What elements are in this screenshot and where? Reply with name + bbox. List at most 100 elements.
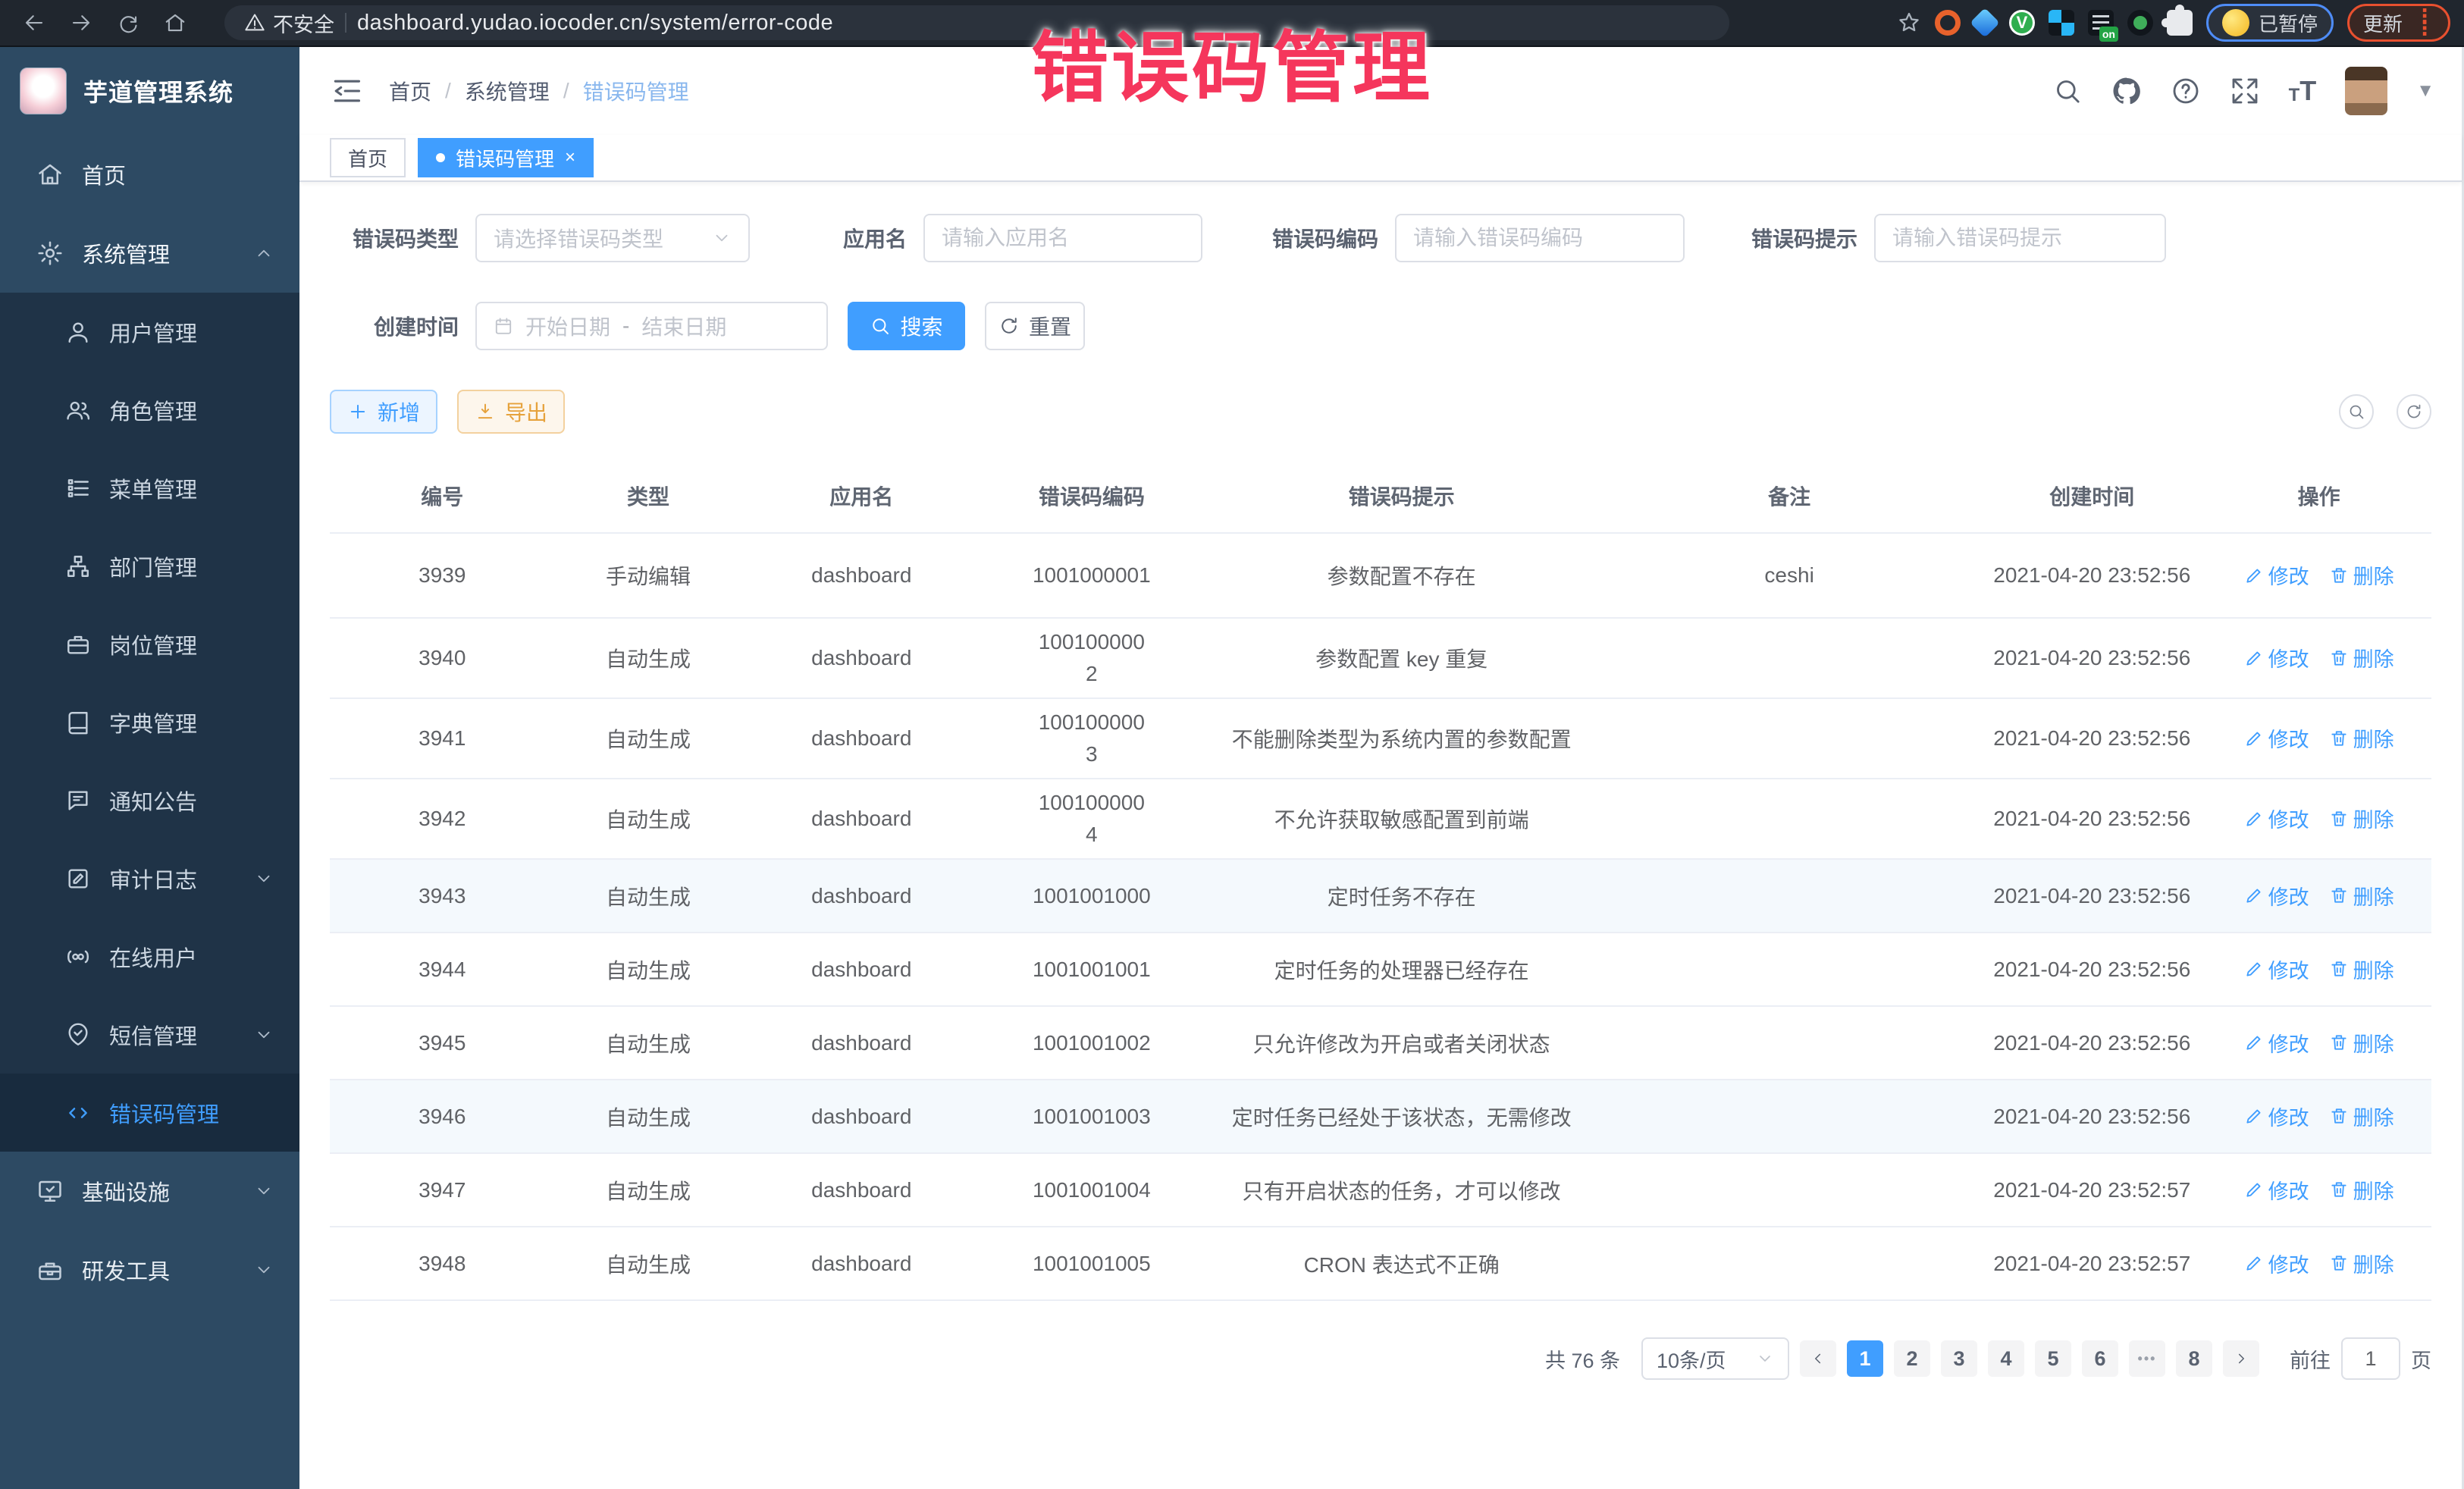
- sidebar-item-infra[interactable]: 基础设施: [0, 1152, 299, 1230]
- page-button-2[interactable]: 2: [1894, 1340, 1930, 1377]
- sidebar-item-menus[interactable]: 菜单管理: [0, 449, 299, 527]
- edit-link[interactable]: 修改: [2244, 560, 2309, 590]
- reset-button[interactable]: 重置: [985, 302, 1085, 350]
- add-button[interactable]: 新增: [330, 390, 437, 434]
- extension-list-icon[interactable]: on: [2088, 10, 2114, 36]
- delete-link[interactable]: 删除: [2329, 1102, 2394, 1131]
- sidebar-item-online-users[interactable]: 在线用户: [0, 917, 299, 995]
- extension-orange-icon[interactable]: [1935, 10, 1961, 36]
- sidebar-item-sms[interactable]: 短信管理: [0, 995, 299, 1074]
- profile-paused-chip[interactable]: 已暂停: [2206, 4, 2334, 42]
- delete-link[interactable]: 删除: [2329, 723, 2394, 753]
- delete-link[interactable]: 删除: [2329, 560, 2394, 590]
- next-page-button[interactable]: [2223, 1340, 2259, 1377]
- extension-on-badge: on: [2099, 27, 2118, 42]
- fullscreen-icon[interactable]: [2230, 76, 2260, 106]
- extension-green-icon[interactable]: [2127, 10, 2153, 36]
- app-name-input[interactable]: [942, 226, 1184, 250]
- edit-link[interactable]: 修改: [2244, 1028, 2309, 1058]
- sidebar-collapse-button[interactable]: [330, 74, 363, 108]
- cell-id: 3948: [330, 1227, 555, 1300]
- edit-link[interactable]: 修改: [2244, 1175, 2309, 1205]
- page-button-8[interactable]: 8: [2176, 1340, 2212, 1377]
- bookmark-star-icon[interactable]: [1897, 11, 1921, 35]
- help-icon[interactable]: [2171, 76, 2201, 106]
- browser-back-button[interactable]: [14, 5, 55, 40]
- sidebar-item-home[interactable]: 首页: [0, 135, 299, 214]
- sidebar-item-audit-log[interactable]: 审计日志: [0, 839, 299, 917]
- tab-close-icon[interactable]: ×: [565, 147, 575, 168]
- tab-home[interactable]: 首页: [330, 138, 406, 177]
- cell-remark: [1601, 933, 1977, 1006]
- edit-link[interactable]: 修改: [2244, 1249, 2309, 1278]
- update-label: 更新: [2363, 9, 2403, 37]
- browser-forward-button[interactable]: [61, 5, 102, 40]
- security-warning[interactable]: 不安全: [244, 8, 334, 38]
- extension-vue-icon[interactable]: V: [2009, 10, 2035, 36]
- cell-hint: 定时任务不存在: [1202, 859, 1601, 933]
- edit-link[interactable]: 修改: [2244, 643, 2309, 672]
- browser-home-button[interactable]: [155, 5, 196, 40]
- breadcrumb-system[interactable]: 系统管理: [465, 76, 550, 106]
- breadcrumb-home[interactable]: 首页: [389, 76, 431, 106]
- create-time-range-picker[interactable]: 开始日期 - 结束日期: [475, 302, 828, 350]
- delete-link[interactable]: 删除: [2329, 643, 2394, 672]
- delete-link[interactable]: 删除: [2329, 955, 2394, 984]
- edit-link[interactable]: 修改: [2244, 881, 2309, 911]
- sidebar-item-label: 菜单管理: [109, 472, 197, 504]
- delete-link[interactable]: 删除: [2329, 1028, 2394, 1058]
- address-bar[interactable]: 不安全 dashboard.yudao.iocoder.cn/system/er…: [224, 5, 1729, 40]
- tab-error-code[interactable]: 错误码管理 ×: [418, 138, 594, 177]
- cell-id: 3940: [330, 618, 555, 698]
- page-button-1[interactable]: 1: [1847, 1340, 1883, 1377]
- refresh-table-button[interactable]: [2397, 394, 2431, 429]
- delete-link[interactable]: 删除: [2329, 1249, 2394, 1278]
- error-code-input[interactable]: [1413, 226, 1666, 250]
- extension-gem-icon[interactable]: [1970, 8, 2000, 38]
- delete-link[interactable]: 删除: [2329, 804, 2394, 833]
- sidebar-item-dict[interactable]: 字典管理: [0, 683, 299, 761]
- audit-log-icon: [65, 866, 91, 892]
- goto-page-input[interactable]: [2341, 1337, 2400, 1380]
- extension-grid-icon[interactable]: [2049, 10, 2074, 36]
- page-button-4[interactable]: 4: [1988, 1340, 2024, 1377]
- sidebar-item-departments[interactable]: 部门管理: [0, 527, 299, 605]
- cell-id: 3946: [330, 1080, 555, 1153]
- sidebar-item-system[interactable]: 系统管理: [0, 214, 299, 293]
- prev-page-button[interactable]: [1800, 1340, 1836, 1377]
- edit-link[interactable]: 修改: [2244, 1102, 2309, 1131]
- sidebar-item-notice[interactable]: 通知公告: [0, 761, 299, 839]
- edit-link[interactable]: 修改: [2244, 804, 2309, 833]
- sidebar-item-posts[interactable]: 岗位管理: [0, 605, 299, 683]
- avatar-caret-icon[interactable]: ▼: [2416, 80, 2434, 102]
- delete-link[interactable]: 删除: [2329, 1175, 2394, 1205]
- page-button-3[interactable]: 3: [1941, 1340, 1977, 1377]
- export-button[interactable]: 导出: [457, 390, 565, 434]
- edit-link[interactable]: 修改: [2244, 723, 2309, 753]
- browser-menu-icon[interactable]: ⋮⋮: [2415, 11, 2434, 34]
- error-type-select[interactable]: 请选择错误码类型: [475, 214, 750, 262]
- page-button-5[interactable]: 5: [2035, 1340, 2071, 1377]
- search-icon[interactable]: [2052, 76, 2083, 106]
- edit-link[interactable]: 修改: [2244, 955, 2309, 984]
- page-size-select[interactable]: 10条/页: [1641, 1337, 1789, 1380]
- sidebar-item-roles[interactable]: 角色管理: [0, 371, 299, 449]
- error-hint-input[interactable]: [1892, 226, 2148, 250]
- breadcrumb: 首页 / 系统管理 / 错误码管理: [389, 76, 689, 106]
- font-size-icon[interactable]: TT: [2289, 77, 2317, 105]
- filter-time-label: 创建时间: [330, 311, 459, 341]
- extensions-puzzle-icon[interactable]: [2167, 10, 2193, 36]
- page-ellipsis[interactable]: •••: [2129, 1340, 2165, 1377]
- sidebar-item-error-code[interactable]: 错误码管理: [0, 1074, 299, 1152]
- sidebar-item-dev-tools[interactable]: 研发工具: [0, 1230, 299, 1309]
- user-avatar[interactable]: [2345, 67, 2387, 115]
- page-button-6[interactable]: 6: [2082, 1340, 2118, 1377]
- toggle-search-button[interactable]: [2339, 394, 2374, 429]
- github-icon[interactable]: [2111, 76, 2142, 106]
- search-button[interactable]: 搜索: [848, 302, 965, 350]
- delete-link[interactable]: 删除: [2329, 881, 2394, 911]
- browser-reload-button[interactable]: [108, 5, 149, 40]
- sidebar-item-label: 角色管理: [109, 394, 197, 426]
- sidebar-item-users[interactable]: 用户管理: [0, 293, 299, 371]
- browser-update-button[interactable]: 更新 ⋮⋮: [2347, 4, 2450, 42]
